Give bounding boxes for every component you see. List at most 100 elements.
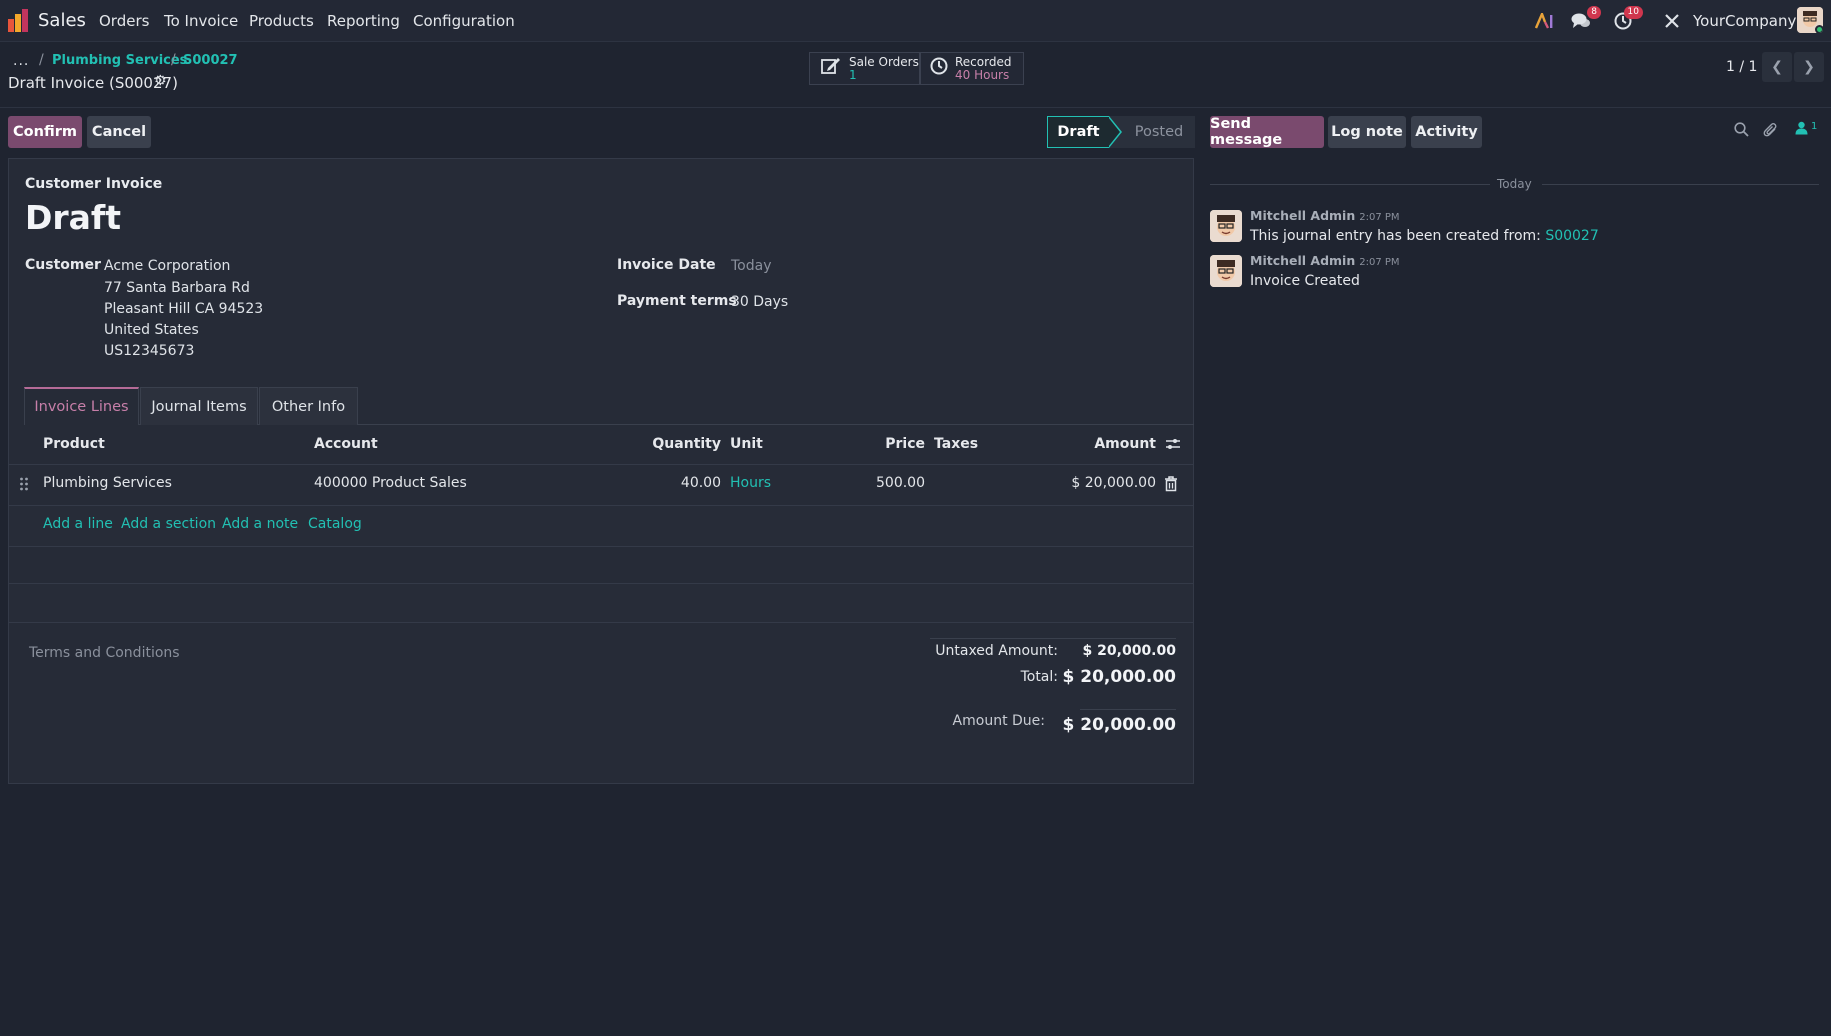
- column-header-unit[interactable]: Unit: [730, 436, 763, 452]
- status-draft[interactable]: Draft: [1047, 116, 1122, 148]
- menu-orders[interactable]: Orders: [99, 12, 149, 30]
- total-value: $ 20,000.00: [1062, 667, 1176, 687]
- sales-app-logo-icon[interactable]: [7, 9, 29, 33]
- table-divider: [9, 622, 1193, 623]
- column-settings-icon[interactable]: [1165, 436, 1181, 456]
- messages-badge: 8: [1587, 6, 1601, 19]
- author-avatar[interactable]: [1210, 255, 1242, 287]
- messages-icon[interactable]: 8: [1570, 6, 1601, 32]
- add-section-link[interactable]: Add a section: [121, 516, 216, 532]
- message-author[interactable]: Mitchell Admin 2:07 PM: [1250, 253, 1400, 268]
- add-line-link[interactable]: Add a line: [43, 516, 113, 532]
- edit-icon: [819, 57, 843, 80]
- invoice-date-field[interactable]: Today: [731, 258, 772, 274]
- activities-badge: 10: [1623, 6, 1643, 19]
- drag-handle-icon[interactable]: [19, 476, 29, 496]
- line-quantity[interactable]: 40.00: [600, 475, 721, 491]
- company-switcher[interactable]: YourCompany: [1693, 12, 1796, 30]
- recorded-smart-button[interactable]: Recorded 40 Hours: [920, 52, 1024, 85]
- amount-due-value: $ 20,000.00: [1062, 715, 1176, 735]
- message-author[interactable]: Mitchell Admin 2:07 PM: [1250, 208, 1400, 223]
- author-avatar[interactable]: [1210, 210, 1242, 242]
- activities-clock-icon[interactable]: 10: [1612, 6, 1643, 32]
- breadcrumb-plumbing-services[interactable]: Plumbing Services: [52, 53, 187, 68]
- form-sheet: [8, 158, 1194, 784]
- trash-icon[interactable]: [1164, 476, 1178, 496]
- pager-counter[interactable]: 1 / 1: [1726, 59, 1757, 75]
- customer-address-street: 77 Santa Barbara Rd: [104, 280, 250, 296]
- payment-terms-field[interactable]: 30 Days: [731, 294, 788, 310]
- activity-button[interactable]: Activity: [1411, 116, 1482, 148]
- breadcrumb-separator: /: [39, 52, 44, 68]
- menu-products[interactable]: Products: [249, 12, 314, 30]
- column-header-account[interactable]: Account: [314, 436, 378, 452]
- untaxed-amount-value: $ 20,000.00: [1082, 643, 1176, 659]
- record-title: Draft Invoice (S00027): [8, 74, 178, 92]
- line-price[interactable]: 500.00: [820, 475, 925, 491]
- tab-journal-items[interactable]: Journal Items: [140, 387, 258, 425]
- menu-configuration[interactable]: Configuration: [413, 12, 515, 30]
- source-order-link[interactable]: S00027: [1545, 228, 1598, 244]
- sale-orders-smart-button[interactable]: Sale Orders 1: [809, 52, 920, 85]
- date-separator-label: Today: [1497, 177, 1532, 191]
- amount-due-divider: [1080, 709, 1176, 710]
- sale-orders-count: 1: [849, 67, 857, 82]
- message-body: This journal entry has been created from…: [1250, 228, 1599, 244]
- catalog-link[interactable]: Catalog: [308, 516, 362, 532]
- total-label: Total:: [1020, 669, 1058, 685]
- recorded-label: Recorded: [955, 54, 1012, 69]
- line-amount: $ 20,000.00: [1071, 475, 1156, 491]
- status-draft-label: Draft: [1057, 124, 1100, 140]
- send-message-button[interactable]: Send message: [1210, 116, 1324, 148]
- totals-top-divider: [930, 638, 1176, 639]
- paperclip-icon[interactable]: [1763, 122, 1778, 142]
- table-divider: [9, 546, 1193, 547]
- chevron-right-icon[interactable]: ❯: [1794, 52, 1824, 82]
- table-header-divider: [9, 464, 1193, 465]
- breadcrumb-dots[interactable]: ...: [13, 53, 29, 69]
- empty-table-row: [9, 584, 1193, 622]
- customer-name[interactable]: Acme Corporation: [104, 258, 230, 274]
- column-header-price[interactable]: Price: [820, 436, 925, 452]
- breadcrumb-s00027[interactable]: S00027: [183, 53, 238, 68]
- column-header-amount[interactable]: Amount: [1050, 436, 1156, 452]
- search-icon[interactable]: [1734, 122, 1749, 141]
- online-status-dot: [1815, 25, 1823, 33]
- message-time: 2:07 PM: [1359, 257, 1400, 268]
- add-note-link[interactable]: Add a note: [222, 516, 298, 532]
- document-name: Draft: [25, 198, 122, 237]
- control-panel-divider: [0, 107, 1831, 108]
- tab-invoice-lines[interactable]: Invoice Lines: [24, 387, 139, 425]
- tab-other-info[interactable]: Other Info: [259, 387, 358, 425]
- customer-address-country: United States: [104, 322, 199, 338]
- clock-icon: [927, 57, 951, 80]
- debug-tools-icon[interactable]: [1661, 10, 1683, 32]
- app-name[interactable]: Sales: [38, 10, 86, 31]
- cancel-button[interactable]: Cancel: [87, 116, 151, 148]
- followers-icon[interactable]: [1795, 121, 1808, 139]
- untaxed-amount-label: Untaxed Amount:: [935, 643, 1058, 659]
- column-header-taxes[interactable]: Taxes: [934, 436, 978, 452]
- line-unit[interactable]: Hours: [730, 475, 771, 491]
- log-note-button[interactable]: Log note: [1328, 116, 1406, 148]
- line-product[interactable]: Plumbing Services: [43, 475, 172, 491]
- followers-count: 1: [1811, 121, 1818, 132]
- gear-icon[interactable]: ⚙: [154, 73, 167, 89]
- customer-vat: US12345673: [104, 343, 195, 359]
- date-separator-line: [1210, 184, 1490, 185]
- breadcrumb-separator: /: [171, 52, 176, 68]
- column-header-product[interactable]: Product: [43, 436, 105, 452]
- invoice-date-label: Invoice Date: [617, 257, 716, 273]
- menu-reporting[interactable]: Reporting: [327, 12, 400, 30]
- user-avatar[interactable]: [1797, 7, 1823, 33]
- chevron-left-icon[interactable]: ❮: [1762, 52, 1792, 82]
- confirm-button[interactable]: Confirm: [8, 116, 82, 148]
- line-account[interactable]: 400000 Product Sales: [314, 475, 467, 491]
- message-time: 2:07 PM: [1359, 212, 1400, 223]
- menu-to-invoice[interactable]: To Invoice: [164, 12, 238, 30]
- column-header-quantity[interactable]: Quantity: [600, 436, 721, 452]
- amount-due-label: Amount Due:: [952, 713, 1045, 729]
- terms-and-conditions-field[interactable]: Terms and Conditions: [29, 645, 180, 661]
- ai-icon[interactable]: [1534, 10, 1556, 32]
- sale-orders-label: Sale Orders: [849, 54, 919, 69]
